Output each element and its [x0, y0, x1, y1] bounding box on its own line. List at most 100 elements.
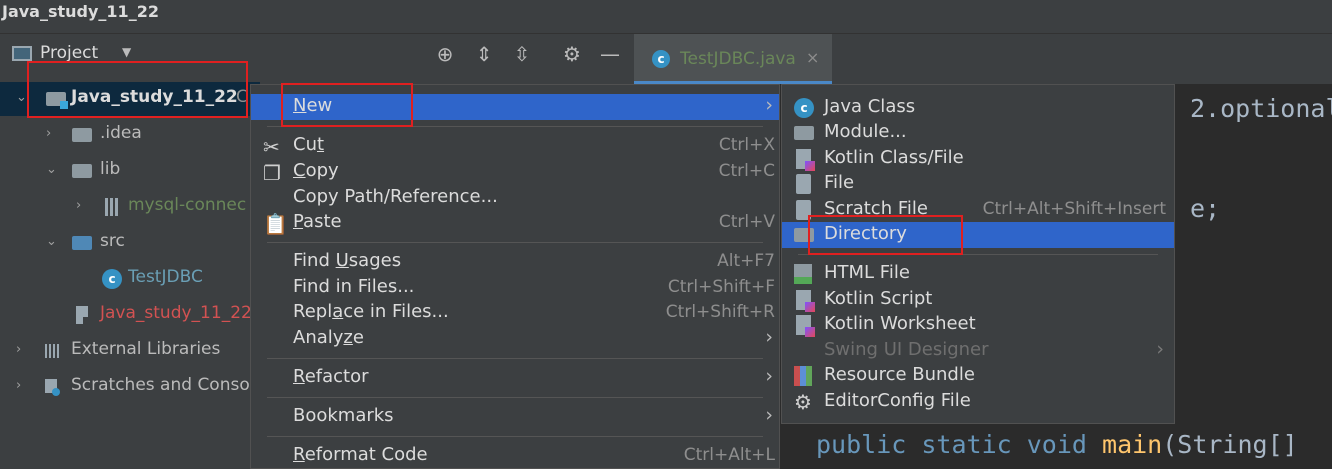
chevron-right-icon: › [765, 94, 773, 116]
submenu-item-java-class[interactable]: c Java Class [782, 95, 1174, 121]
chevron-right-icon: › [765, 404, 773, 426]
chevron-right-icon[interactable]: › [16, 378, 21, 393]
context-menu: New › ✂ Cut Ctrl+X ❐ Copy Ctrl+C Copy Pa… [250, 84, 780, 469]
tree-item-scratches[interactable]: › Scratches and Conso [0, 370, 260, 404]
menu-item-label: Kotlin Class/File [824, 147, 964, 168]
submenu-item-module[interactable]: Module... [782, 120, 1174, 146]
code-keyword: static [921, 430, 1012, 459]
tree-item-external-libraries[interactable]: › External Libraries [0, 334, 260, 368]
tab-label: TestJDBC.java [680, 49, 796, 69]
window-title-bar: Java_study_11_22 [0, 0, 1332, 34]
paste-icon: 📋 [263, 212, 288, 236]
submenu-item-file[interactable]: File [782, 171, 1174, 197]
menu-item-label: Refactor [293, 366, 369, 387]
code-function: main [1102, 430, 1163, 459]
menu-divider [267, 242, 763, 243]
chevron-down-icon[interactable]: ⌄ [46, 234, 57, 249]
menu-divider [267, 436, 763, 437]
kotlin-script-icon [796, 290, 815, 312]
menu-item-reformat-code[interactable]: Reformat Code Ctrl+Alt+L [251, 443, 779, 469]
submenu-item-editorconfig[interactable]: ⚙ EditorConfig File [782, 389, 1174, 415]
tree-item-idea[interactable]: › .idea [0, 118, 260, 152]
submenu-item-html-file[interactable]: HTML File [782, 261, 1174, 287]
java-class-icon: c [794, 98, 814, 118]
menu-item-shortcut: Ctrl+Shift+R [665, 302, 775, 322]
tree-item-label: Java_study_11_22 [100, 303, 252, 323]
menu-item-copy[interactable]: ❐ Copy Ctrl+C [251, 159, 779, 185]
code-line: 2.optional [1190, 94, 1332, 123]
module-file-icon [76, 306, 90, 324]
hide-panel-icon[interactable]: — [598, 42, 622, 66]
menu-item-label: Copy [293, 160, 339, 181]
menu-item-cut[interactable]: ✂ Cut Ctrl+X [251, 133, 779, 159]
gear-icon[interactable]: ⚙ [560, 42, 584, 66]
code-line-main: public static void main(String[] [816, 430, 1298, 459]
menu-item-label: Copy Path/Reference... [293, 186, 498, 207]
java-class-icon: c [102, 269, 122, 289]
menu-item-paste[interactable]: 📋 Paste Ctrl+V [251, 210, 779, 236]
scratches-icon [45, 379, 60, 396]
tree-item-testjdbc[interactable]: c TestJDBC [0, 262, 260, 296]
menu-item-analyze[interactable]: Analyze › [251, 326, 779, 352]
tab-testjdbc-java[interactable]: c TestJDBC.java × [634, 34, 832, 84]
folder-icon [72, 128, 92, 142]
menu-item-label: Resource Bundle [824, 364, 975, 385]
project-panel-title[interactable]: Project [40, 43, 98, 63]
menu-item-label: Find Usages [293, 250, 402, 271]
submenu-item-resource-bundle[interactable]: Resource Bundle [782, 363, 1174, 389]
expand-all-icon[interactable]: ⇕ [472, 42, 496, 66]
highlight-box-directory [808, 215, 963, 255]
highlight-box-project [27, 61, 248, 118]
highlight-box-new [281, 83, 413, 127]
menu-item-shortcut: Ctrl+X [718, 135, 775, 155]
tree-item-label: mysql-connec [128, 195, 247, 215]
source-folder-icon [72, 236, 92, 250]
locate-file-icon[interactable]: ⊕ [433, 42, 457, 66]
tree-item-mysql-connector[interactable]: › mysql-connec [0, 190, 260, 224]
chevron-right-icon: › [765, 365, 773, 387]
menu-item-label: Kotlin Worksheet [824, 313, 976, 334]
menu-item-shortcut: Ctrl+Alt+L [683, 445, 775, 465]
file-icon [796, 174, 811, 194]
tree-item-label: Scratches and Conso [71, 375, 250, 395]
code-line: e; [1190, 194, 1221, 223]
resource-bundle-icon [794, 366, 812, 386]
tree-item-lib[interactable]: ⌄ lib [0, 154, 260, 188]
java-class-icon: c [652, 50, 670, 68]
close-icon[interactable]: × [806, 48, 819, 67]
menu-item-shortcut: Ctrl+V [718, 212, 775, 232]
submenu-item-kotlin-worksheet[interactable]: Kotlin Worksheet [782, 312, 1174, 338]
menu-item-label: Reformat Code [293, 444, 428, 465]
menu-item-replace-in-files[interactable]: Replace in Files... Ctrl+Shift+R [251, 300, 779, 326]
window-title: Java_study_11_22 [2, 2, 159, 21]
tree-item-src[interactable]: ⌄ src [0, 226, 260, 260]
chevron-right-icon[interactable]: › [16, 342, 21, 357]
menu-item-label: Cut [293, 134, 325, 155]
chevron-right-icon[interactable]: › [46, 126, 51, 141]
tree-item-label: src [100, 231, 125, 251]
menu-item-shortcut: Ctrl+C [718, 161, 775, 181]
menu-divider [267, 397, 763, 398]
chevron-down-icon[interactable]: ⌄ [16, 90, 27, 105]
kotlin-worksheet-icon [796, 315, 815, 337]
menu-divider [267, 358, 763, 359]
menu-item-refactor[interactable]: Refactor › [251, 365, 779, 391]
chevron-right-icon[interactable]: › [76, 198, 81, 213]
menu-item-label: HTML File [824, 262, 910, 283]
chevron-down-icon[interactable]: ⌄ [46, 162, 57, 177]
tree-item-label: External Libraries [71, 339, 221, 359]
collapse-all-icon[interactable]: ⇳ [510, 42, 534, 66]
menu-item-copy-path[interactable]: Copy Path/Reference... [251, 185, 779, 211]
menu-item-label: EditorConfig File [824, 390, 971, 411]
gear-icon: ⚙ [794, 390, 812, 414]
project-window-icon [12, 46, 32, 61]
submenu-item-kotlin-class[interactable]: Kotlin Class/File [782, 146, 1174, 172]
tree-item-iml-file[interactable]: Java_study_11_22 [0, 298, 260, 332]
submenu-item-kotlin-script[interactable]: Kotlin Script [782, 287, 1174, 313]
menu-item-bookmarks[interactable]: Bookmarks › [251, 404, 779, 430]
tree-item-label: TestJDBC [128, 267, 203, 287]
menu-item-find-in-files[interactable]: Find in Files... Ctrl+Shift+F [251, 275, 779, 301]
menu-item-find-usages[interactable]: Find Usages Alt+F7 [251, 249, 779, 275]
chevron-down-icon[interactable]: ▼ [122, 45, 131, 59]
tree-item-label: lib [100, 159, 121, 179]
